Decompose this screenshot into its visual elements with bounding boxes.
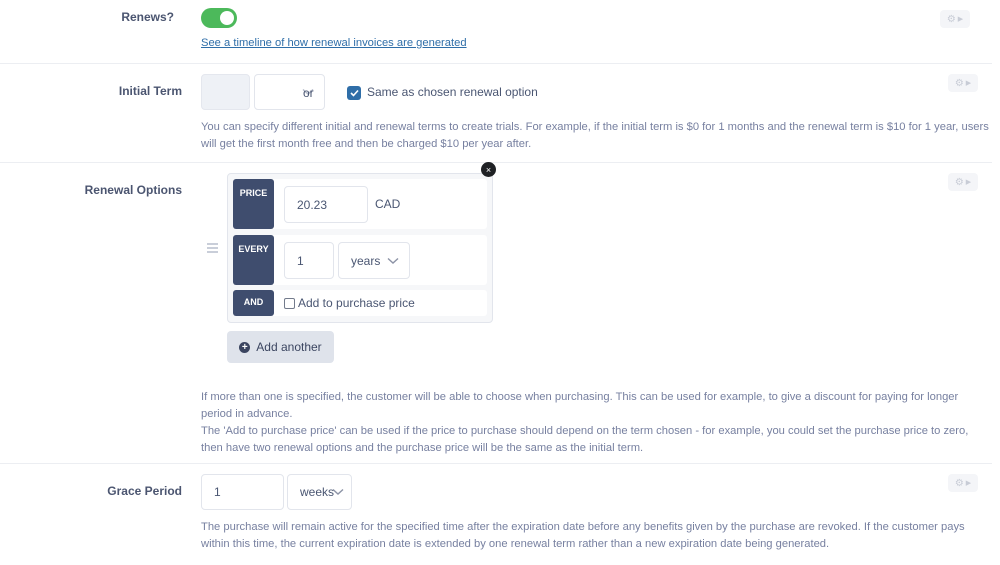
price-input[interactable]: 20.23 <box>284 186 368 223</box>
check-icon <box>349 89 359 97</box>
gear-icon: ⚙ <box>954 477 964 489</box>
grace-period-help: The purchase will remain active for the … <box>201 521 965 550</box>
chevron-down-icon <box>332 488 344 495</box>
every-row: EVERY 1 years <box>233 235 487 285</box>
renews-settings-button[interactable]: ⚙ ▶ <box>940 10 970 28</box>
grace-period-label: Grace Period <box>107 484 182 498</box>
caret-right-icon: ▶ <box>965 179 972 186</box>
renews-row: Renews? See a timeline of how renewal in… <box>0 0 992 64</box>
gear-icon: ⚙ <box>946 13 956 25</box>
remove-option-button[interactable]: × <box>481 162 496 177</box>
gear-icon: ⚙ <box>954 176 964 188</box>
renewal-options-help-1: If more than one is specified, the custo… <box>201 391 959 420</box>
price-row: PRICE 20.23 CAD <box>233 179 487 229</box>
same-as-renewal-checkbox[interactable] <box>347 86 361 100</box>
initial-term-help: You can specify different initial and re… <box>201 121 989 150</box>
interval-input[interactable]: 1 <box>284 242 334 279</box>
add-to-purchase-label[interactable]: Add to purchase price <box>298 296 415 310</box>
toggle-knob <box>220 11 234 25</box>
same-as-renewal-label[interactable]: Same as chosen renewal option <box>367 85 538 99</box>
initial-term-amount-input[interactable] <box>201 74 250 110</box>
grace-period-amount-input[interactable]: 1 <box>201 474 284 510</box>
add-another-button[interactable]: + Add another <box>227 331 334 363</box>
grace-period-unit-value: weeks <box>300 485 335 499</box>
initial-term-settings-button[interactable]: ⚙ ▶ <box>948 74 978 92</box>
every-tag: EVERY <box>233 235 274 285</box>
close-icon: × <box>485 164 492 175</box>
and-tag: AND <box>233 290 274 316</box>
grace-period-unit-select[interactable]: weeks <box>287 474 352 510</box>
interval-unit-select[interactable]: years <box>338 242 410 279</box>
renewal-option-card: PRICE 20.23 CAD EVERY 1 years AND Add to… <box>227 173 493 323</box>
interval-unit-value: years <box>351 253 381 268</box>
or-text: or <box>303 86 314 100</box>
renews-label: Renews? <box>121 10 174 24</box>
gear-icon: ⚙ <box>954 77 964 89</box>
renewal-options-label: Renewal Options <box>84 183 182 197</box>
currency-label: CAD <box>375 197 401 211</box>
initial-term-label: Initial Term <box>118 84 182 98</box>
renewal-options-settings-button[interactable]: ⚙ ▶ <box>948 173 978 191</box>
caret-right-icon: ▶ <box>965 480 972 487</box>
and-row: AND Add to purchase price <box>233 290 487 316</box>
drag-handle-icon[interactable] <box>207 243 218 253</box>
initial-term-unit-select[interactable] <box>254 74 325 110</box>
add-another-label: Add another <box>256 340 322 354</box>
caret-right-icon: ▶ <box>957 16 964 23</box>
renews-toggle[interactable] <box>201 8 237 28</box>
price-tag: PRICE <box>233 179 274 229</box>
add-to-purchase-checkbox[interactable] <box>284 298 295 309</box>
grace-period-settings-button[interactable]: ⚙ ▶ <box>948 474 978 492</box>
renewal-options-help-2: The 'Add to purchase price' can be used … <box>201 425 969 454</box>
plus-circle-icon: + <box>239 341 251 353</box>
chevron-down-icon <box>387 257 399 264</box>
caret-right-icon: ▶ <box>965 80 972 87</box>
timeline-link[interactable]: See a timeline of how renewal invoices a… <box>201 37 467 49</box>
